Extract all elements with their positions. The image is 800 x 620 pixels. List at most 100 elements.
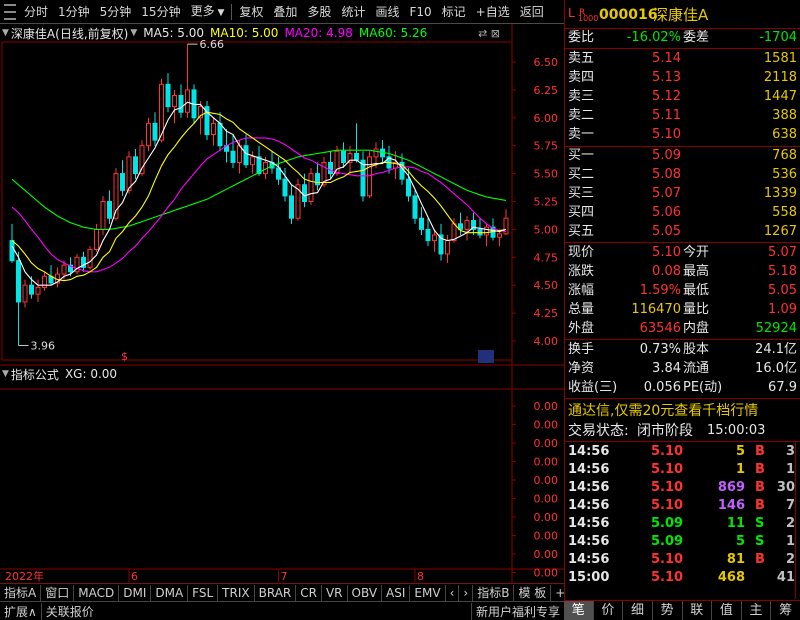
main-plot-frame — [1, 41, 513, 361]
promo-link[interactable]: 通达信,仅需20元查看千档行情 — [568, 401, 758, 421]
asks-level-label: 卖五 — [568, 51, 595, 66]
statistics-button[interactable]: 统计 — [336, 0, 370, 24]
scroll-right-icon[interactable]: › — [459, 584, 474, 601]
indicator-tick-label: 0.00 — [534, 474, 559, 487]
tab-asi[interactable]: ASI — [382, 584, 411, 601]
tab-fsl[interactable]: FSL — [188, 584, 219, 601]
candle-body — [282, 178, 288, 197]
total-shares-value: 24.1亿 — [755, 342, 797, 357]
tab-trend[interactable]: 势 — [653, 601, 683, 620]
adjust-button[interactable]: 复权 — [234, 0, 268, 24]
tab-obv[interactable]: OBV — [348, 584, 383, 601]
candle-body — [126, 156, 132, 191]
fund-row-2: 净资 3.84 流通 16.0亿 — [565, 360, 800, 378]
period-intraday-button[interactable]: 分时 — [19, 0, 53, 24]
draw-line-button[interactable]: 画线 — [370, 0, 404, 24]
menu-grip-icon[interactable] — [4, 3, 16, 20]
tab-detail[interactable]: 细 — [623, 601, 653, 620]
add-watchlist-button[interactable]: +自选 — [471, 0, 515, 24]
chart-settings-icon[interactable]: ⇄ ⊠ — [478, 27, 500, 40]
tab-template[interactable]: 模 板 — [514, 584, 552, 601]
tab-vr[interactable]: VR — [322, 584, 348, 601]
new-user-promo-link[interactable]: 新用户福利专享 — [470, 602, 564, 620]
weibi-label: 委比 — [568, 30, 595, 45]
f10-button[interactable]: F10 — [404, 0, 436, 24]
tab-dma[interactable]: DMA — [151, 584, 189, 601]
indicator-tab-bar: 指标A 窗口 MACD DMI DMA FSL TRIX BRAR CR VR … — [0, 583, 616, 601]
tick-price: 5.10 — [651, 480, 684, 495]
tab-ticks[interactable]: 笔 — [564, 601, 594, 620]
pct-change-value: 1.59% — [639, 283, 681, 298]
mark-button[interactable]: 标记 — [437, 0, 471, 24]
bids-level-label: 买四 — [568, 205, 595, 220]
period-1min-button[interactable]: 1分钟 — [53, 0, 95, 24]
ma60-label: MA60: 5.26 — [358, 26, 428, 40]
asks-volume: 1447 — [763, 89, 797, 104]
candle-body — [289, 195, 294, 219]
bids-row[interactable]: 买五 5.05 1267 — [565, 223, 800, 241]
tab-cr[interactable]: CR — [296, 584, 322, 601]
collapse-triangle-icon[interactable]: ▼ — [2, 28, 9, 38]
tick-time: 14:56 — [568, 480, 610, 495]
collapse-triangle-icon[interactable]: ▼ — [2, 369, 9, 379]
quote-row-3: 涨幅 1.59% 最低 5.05 — [565, 282, 800, 300]
chart-annotations: 6.663.96$ — [18, 38, 494, 363]
expand-button[interactable]: 扩展∧ — [0, 603, 41, 620]
tick-volume: 5 — [735, 534, 745, 549]
tab-value[interactable]: 值 — [712, 601, 742, 620]
tab-dmi[interactable]: DMI — [119, 584, 152, 601]
promo-row[interactable]: 通达信,仅需20元查看千档行情 — [565, 401, 800, 421]
tick-price: 5.10 — [651, 552, 684, 567]
bids-row[interactable]: 买一 5.09 768 — [565, 147, 800, 165]
tab-chips[interactable]: 筹 — [771, 601, 800, 620]
candle-body — [100, 201, 106, 230]
settings-triangle-icon[interactable]: ▼ — [130, 28, 137, 38]
bids-row[interactable]: 买四 5.06 558 — [565, 204, 800, 222]
tab-indicator-a[interactable]: 指标A — [0, 584, 42, 601]
tab-linked[interactable]: 联 — [683, 601, 713, 620]
tab-trix[interactable]: TRIX — [218, 584, 255, 601]
multi-stock-button[interactable]: 多股 — [302, 0, 336, 24]
tab-main[interactable]: 主 — [742, 601, 772, 620]
bids-row[interactable]: 买三 5.07 1339 — [565, 185, 800, 203]
candle-body — [328, 161, 333, 175]
volume-ratio-value: 1.09 — [768, 302, 797, 317]
period-15min-button[interactable]: 15分钟 — [136, 0, 185, 24]
tab-price[interactable]: 价 — [594, 601, 624, 620]
asks-row[interactable]: 卖三 5.12 1447 — [565, 88, 800, 106]
asks-row[interactable]: 卖五 5.14 1581 — [565, 50, 800, 68]
tick-time: 14:56 — [568, 498, 610, 513]
tab-brar[interactable]: BRAR — [255, 584, 297, 601]
overlay-button[interactable]: 叠加 — [268, 0, 302, 24]
related-quotes-button[interactable]: 关联报价 — [40, 602, 98, 620]
scroll-left-icon[interactable]: ‹ — [446, 584, 460, 601]
tab-window[interactable]: 窗口 — [41, 584, 75, 601]
change-label: 涨跌 — [568, 264, 595, 279]
asks-row[interactable]: 卖一 5.10 638 — [565, 126, 800, 144]
dividend-marker-icon: $ — [121, 350, 128, 363]
asks-row[interactable]: 卖二 5.11 388 — [565, 107, 800, 125]
kline-chart[interactable]: 6.50 6.25 6.00 5.75 5.50 5.25 5.00 4.75 4.50 4.25… — [0, 24, 564, 583]
candle-body — [152, 122, 158, 141]
candle-body — [42, 275, 47, 288]
tick-volume: 146 — [717, 498, 745, 513]
tab-emv[interactable]: EMV — [410, 584, 446, 601]
candle-body — [87, 248, 93, 268]
weicha-label: 委差 — [683, 30, 710, 45]
chart-toolbar: 分时 1分钟 5分钟 15分钟 更多 ▼ 复权 叠加 多股 统计 画线 F10 … — [0, 0, 564, 24]
indicator-name-label: 指标公式 — [10, 367, 59, 382]
pe-label: PE(动) — [683, 380, 723, 395]
bids-volume: 768 — [772, 148, 797, 163]
asks-level-label: 卖四 — [568, 70, 595, 85]
period-5min-button[interactable]: 5分钟 — [95, 0, 137, 24]
volume-value: 116470 — [631, 302, 681, 317]
order-ratio-row: 委比 -16.02% 委差 -1704 — [565, 29, 800, 47]
date-tick-label: 2022年 — [5, 569, 44, 583]
tab-macd[interactable]: MACD — [74, 584, 120, 601]
tab-indicator-b[interactable]: 指标B — [473, 584, 515, 601]
asks-row[interactable]: 卖四 5.13 2118 — [565, 69, 800, 87]
bids-row[interactable]: 买二 5.08 536 — [565, 166, 800, 184]
more-periods-button[interactable]: 更多 ▼ — [186, 0, 230, 25]
total-shares-label: 股本 — [683, 342, 710, 357]
back-button[interactable]: 返回 — [515, 0, 549, 24]
